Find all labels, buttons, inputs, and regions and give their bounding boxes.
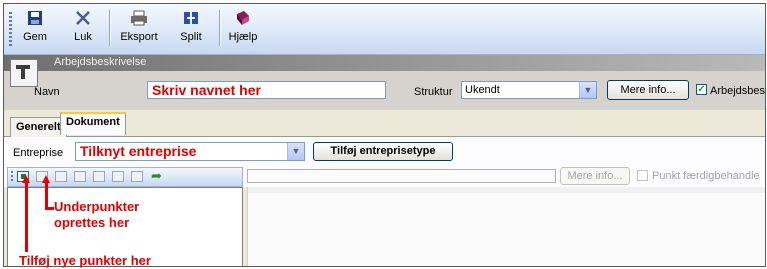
help-label: Hjælp — [228, 31, 258, 43]
export-label: Eksport — [120, 31, 158, 43]
toolbar-grip[interactable] — [11, 171, 13, 183]
annotation-subitems-line2: oprettes her — [54, 215, 130, 230]
close-x-icon — [73, 10, 93, 30]
entreprise-label: Entreprise — [13, 147, 64, 159]
annotation-subitems: Underpunkter oprettes her — [54, 199, 139, 231]
entreprise-select[interactable]: Tilknyt entreprise ▼ — [75, 142, 305, 161]
annotation-subitems-line1: Underpunkter — [54, 199, 140, 214]
annotation-arrow — [45, 207, 54, 210]
tab-strip: Generelt Dokument — [4, 111, 765, 137]
entreprise-select-value: Tilknyt entreprise — [80, 143, 197, 159]
tab-generelt[interactable]: Generelt — [10, 117, 67, 137]
document-type-icon — [10, 59, 38, 87]
add-entreprise-type-button[interactable]: Tilføj entreprisetype — [313, 142, 453, 161]
tab-dokument[interactable]: Dokument — [60, 112, 126, 135]
more-info-button[interactable]: Mere info... — [607, 80, 689, 100]
structure-select-value: Ukendt — [465, 84, 500, 96]
detail-pane-header — [248, 187, 765, 193]
toolbar-separator — [219, 10, 220, 46]
entreprise-row: Entreprise Tilknyt entreprise ▼ Tilføj e… — [4, 137, 765, 167]
document-toolbar-row: ➦ Mere info... Punkt færdigbehandle — [4, 167, 765, 187]
close-label: Luk — [74, 31, 92, 43]
move-down-icon[interactable] — [93, 171, 105, 182]
name-input[interactable]: Skriv navnet her — [147, 81, 386, 99]
header-title: Arbejdsbeskrivelse — [54, 56, 147, 68]
header-titlebar: Arbejdsbeskrivelse — [4, 55, 765, 71]
document-header: Arbejdsbeskrivelse Navn Skriv navnet her… — [4, 55, 765, 110]
more-info-button-disabled[interactable]: Mere info... — [560, 167, 630, 185]
annotation-arrow — [45, 182, 48, 208]
save-label: Gem — [23, 31, 47, 43]
outdent-icon[interactable] — [112, 171, 124, 182]
toolbar-separator — [109, 10, 110, 46]
structure-label: Struktur — [414, 86, 453, 98]
chevron-down-icon[interactable]: ▼ — [287, 143, 304, 160]
annotation-add-items: Tilføj nye punkter her — [19, 253, 151, 268]
close-button[interactable]: Luk — [68, 8, 98, 50]
split-label: Split — [180, 31, 202, 43]
properties-icon[interactable] — [131, 171, 143, 182]
help-button[interactable]: Hjælp — [226, 8, 260, 50]
save-button[interactable]: Gem — [18, 8, 52, 50]
chevron-down-icon[interactable]: ▼ — [579, 82, 596, 98]
export-button[interactable]: Eksport — [116, 8, 162, 50]
name-input-value: Skriv navnet her — [152, 82, 261, 98]
work-description-checkbox-label: Arbejdsbeskrivels — [710, 85, 766, 97]
item-finished-checkbox[interactable] — [637, 170, 648, 181]
refresh-arrow-icon[interactable]: ➦ — [151, 169, 162, 183]
split-button[interactable]: Split — [176, 8, 206, 50]
printer-icon — [129, 10, 149, 30]
split-icon — [181, 10, 201, 30]
work-description-checkbox[interactable]: ✓ — [696, 84, 707, 95]
main-toolbar: Gem Luk Eksport Split Hjælp — [4, 4, 765, 55]
structure-select[interactable]: Ukendt ▼ — [461, 81, 597, 99]
item-finished-label: Punkt færdigbehandle — [652, 170, 760, 182]
delete-item-icon[interactable] — [55, 171, 67, 182]
toolbar-grip[interactable] — [9, 12, 12, 46]
help-book-icon — [233, 10, 253, 30]
move-up-icon[interactable] — [74, 171, 86, 182]
progress-bar — [247, 169, 556, 183]
name-label: Navn — [34, 86, 60, 98]
annotation-arrow — [25, 182, 28, 252]
floppy-disk-icon — [25, 10, 45, 30]
item-detail-pane[interactable] — [247, 187, 765, 266]
